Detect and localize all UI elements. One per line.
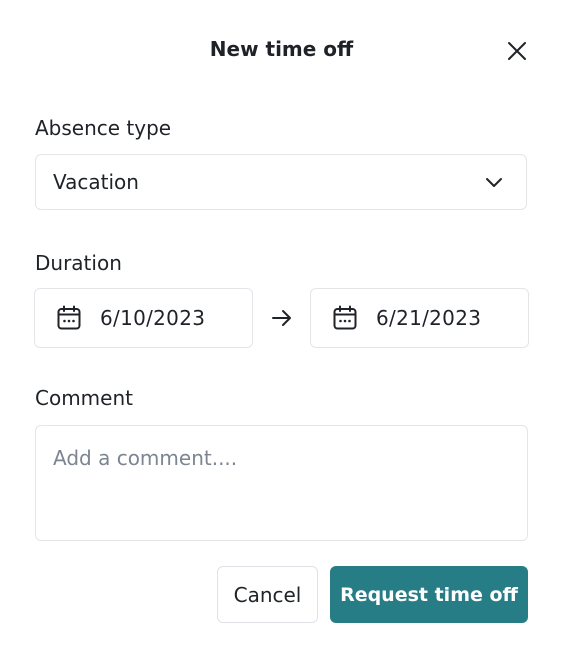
comment-input[interactable] bbox=[35, 425, 528, 541]
close-button[interactable] bbox=[504, 38, 530, 64]
absence-type-select[interactable]: Vacation bbox=[35, 154, 527, 210]
start-date-value: 6/10/2023 bbox=[100, 306, 206, 330]
start-date-field[interactable]: 6/10/2023 bbox=[34, 288, 253, 348]
close-icon bbox=[507, 41, 527, 61]
new-time-off-dialog: New time off Absence type Vacation Durat… bbox=[0, 0, 569, 661]
arrow-right-icon bbox=[270, 306, 294, 330]
dialog-title: New time off bbox=[209, 37, 354, 61]
request-time-off-button[interactable]: Request time off bbox=[330, 566, 528, 623]
end-date-field[interactable]: 6/21/2023 bbox=[310, 288, 529, 348]
end-date-value: 6/21/2023 bbox=[376, 306, 482, 330]
chevron-down-icon bbox=[485, 176, 503, 188]
duration-label: Duration bbox=[35, 251, 122, 275]
calendar-icon bbox=[332, 305, 358, 331]
comment-label: Comment bbox=[35, 386, 133, 410]
cancel-button[interactable]: Cancel bbox=[217, 566, 318, 623]
calendar-icon bbox=[56, 305, 82, 331]
absence-type-value: Vacation bbox=[53, 170, 139, 194]
absence-type-label: Absence type bbox=[35, 116, 172, 140]
